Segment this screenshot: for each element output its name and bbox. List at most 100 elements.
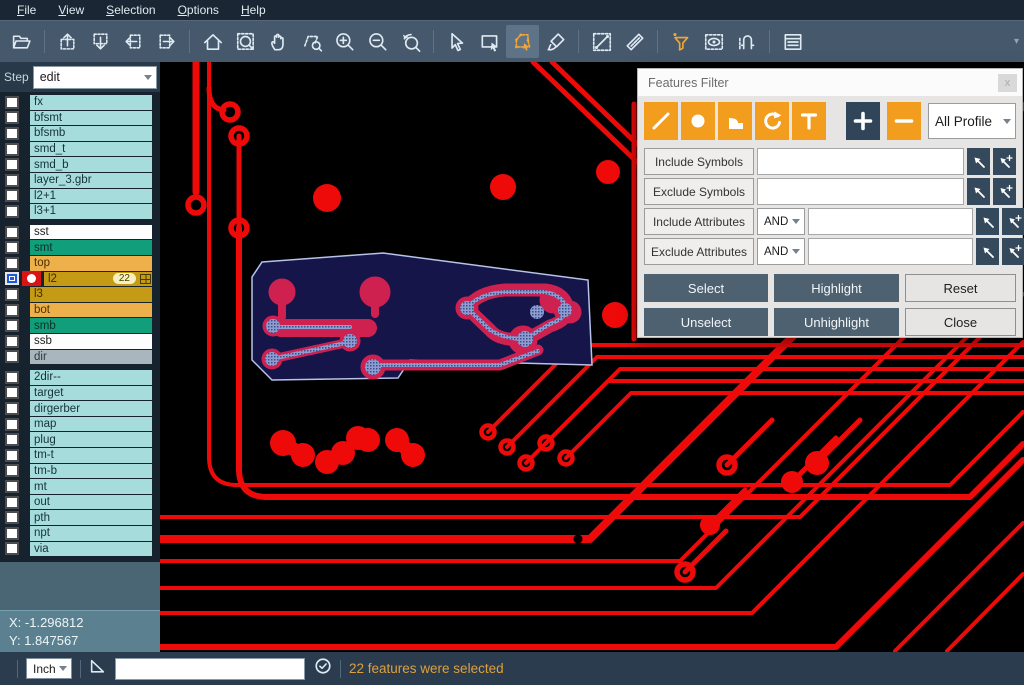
layer-checkbox-l3+1[interactable] — [5, 205, 19, 218]
text-icon[interactable] — [792, 102, 826, 140]
layer-row-mt[interactable]: mt — [0, 479, 160, 494]
zoom-window-icon[interactable] — [229, 25, 262, 58]
pick-arrow-icon[interactable] — [976, 238, 999, 265]
layer-cell-bfsmb[interactable]: bfsmb — [30, 126, 152, 141]
layer-row-2dir--[interactable]: 2dir-- — [0, 370, 160, 385]
pan-icon[interactable] — [262, 25, 295, 58]
layer-row-smd_b[interactable]: smd_b — [0, 157, 160, 172]
layer-checkbox-ssb[interactable] — [5, 335, 19, 348]
menu-item-options[interactable]: Options — [167, 1, 230, 20]
layer-cell-map[interactable]: map — [30, 417, 152, 432]
layer-row-l3+1[interactable]: l3+1 — [0, 204, 160, 219]
select-polygon-icon[interactable] — [506, 25, 539, 58]
layer-checkbox-pth[interactable] — [5, 511, 19, 524]
ruler-icon[interactable] — [618, 25, 651, 58]
refresh-icon[interactable] — [314, 657, 332, 680]
layer-row-fx[interactable]: fx — [0, 95, 160, 110]
layer-cell-l3+1[interactable]: l3+1 — [30, 204, 152, 219]
export-icon[interactable] — [51, 25, 84, 58]
layer-cell-bot[interactable]: bot — [30, 303, 152, 318]
layer-checkbox-bfsmt[interactable] — [5, 111, 19, 124]
layer-row-l3[interactable]: l3 — [0, 287, 160, 302]
zoom-previous-icon[interactable] — [394, 25, 427, 58]
layer-cell-2dir--[interactable]: 2dir-- — [30, 370, 152, 385]
layer-row-tm-b[interactable]: tm-b — [0, 464, 160, 479]
layer-cell-tm-t[interactable]: tm-t — [30, 448, 152, 463]
import-icon[interactable] — [84, 25, 117, 58]
surface-icon[interactable] — [718, 102, 752, 140]
add-icon[interactable] — [846, 102, 880, 140]
exclude-attributes-operator-select[interactable]: AND — [757, 238, 805, 265]
layer-checkbox-dirgerber[interactable] — [5, 402, 19, 415]
include-attributes-field[interactable] — [808, 208, 973, 235]
pick-arrow-add-icon[interactable] — [1002, 238, 1024, 265]
layer-checkbox-bfsmb[interactable] — [5, 127, 19, 140]
overflow-chevron-icon[interactable]: ▾ — [1014, 36, 1019, 47]
layer-row-bfsmt[interactable]: bfsmt — [0, 111, 160, 126]
menu-item-help[interactable]: Help — [230, 1, 277, 20]
zoom-in-icon[interactable] — [328, 25, 361, 58]
layer-row-smd_t[interactable]: smd_t — [0, 142, 160, 157]
layer-checkbox-top[interactable] — [5, 257, 19, 270]
layer-row-l2+1[interactable]: l2+1 — [0, 189, 160, 204]
layer-checkbox-fx[interactable] — [5, 96, 19, 109]
layer-cell-smb[interactable]: smb — [30, 318, 152, 333]
active-layer-indicator[interactable] — [22, 271, 41, 286]
clean-brush-icon[interactable] — [539, 25, 572, 58]
layer-row-sst[interactable]: sst — [0, 225, 160, 240]
layer-row-plug[interactable]: plug — [0, 432, 160, 447]
pick-arrow-add-icon[interactable] — [1002, 208, 1024, 235]
line-icon[interactable] — [644, 102, 678, 140]
layer-row-smb[interactable]: smb — [0, 318, 160, 333]
layer-cell-smd_t[interactable]: smd_t — [30, 142, 152, 157]
layer-checkbox-map[interactable] — [5, 418, 19, 431]
layer-checkbox-smt[interactable] — [5, 241, 19, 254]
exclude-symbols-field[interactable] — [757, 178, 964, 205]
close-button[interactable]: Close — [905, 308, 1016, 336]
layer-row-dir[interactable]: dir — [0, 350, 160, 365]
layer-checkbox-smd_b[interactable] — [5, 158, 19, 171]
layer-cell-bfsmt[interactable]: bfsmt — [30, 111, 152, 126]
layer-checkbox-smb[interactable] — [5, 319, 19, 332]
select-rect-icon[interactable] — [473, 25, 506, 58]
layer-cell-plug[interactable]: plug — [30, 432, 152, 447]
menu-item-selection[interactable]: Selection — [95, 1, 166, 20]
pad-icon[interactable] — [681, 102, 715, 140]
layer-cell-fx[interactable]: fx — [30, 95, 152, 110]
include-symbols-button[interactable]: Include Symbols — [644, 148, 754, 175]
select-arrow-icon[interactable] — [440, 25, 473, 58]
layer-cell-out[interactable]: out — [30, 495, 152, 510]
command-input[interactable] — [115, 658, 305, 680]
pick-arrow-add-icon[interactable] — [993, 148, 1016, 175]
layer-checkbox-plug[interactable] — [5, 433, 19, 446]
snap-icon[interactable] — [730, 25, 763, 58]
layer-row-npt[interactable]: npt — [0, 526, 160, 541]
layer-cell-mt[interactable]: mt — [30, 479, 152, 494]
layer-checkbox-sst[interactable] — [5, 226, 19, 239]
layer-cell-via[interactable]: via — [30, 542, 152, 557]
view-box-icon[interactable] — [697, 25, 730, 58]
layer-row-l2[interactable]: l222 — [0, 272, 160, 287]
unit-select[interactable]: Inch — [26, 658, 72, 679]
arc-icon[interactable] — [755, 102, 789, 140]
layer-checkbox-tm-t[interactable] — [5, 449, 19, 462]
zoom-out-icon[interactable] — [361, 25, 394, 58]
select-button[interactable]: Select — [644, 274, 768, 302]
layer-cell-dirgerber[interactable]: dirgerber — [30, 401, 152, 416]
layer-cell-target[interactable]: target — [30, 386, 152, 401]
unselect-button[interactable]: Unselect — [644, 308, 768, 336]
corner-measure-icon[interactable] — [89, 658, 106, 680]
layer-checkbox-l3[interactable] — [5, 288, 19, 301]
highlight-button[interactable]: Highlight — [774, 274, 899, 302]
layer-row-bfsmb[interactable]: bfsmb — [0, 126, 160, 141]
layer-checkbox-target[interactable] — [5, 386, 19, 399]
exclude-symbols-button[interactable]: Exclude Symbols — [644, 178, 754, 205]
layer-row-pth[interactable]: pth — [0, 510, 160, 525]
menu-item-view[interactable]: View — [47, 1, 95, 20]
layer-row-bot[interactable]: bot — [0, 303, 160, 318]
pick-arrow-add-icon[interactable] — [993, 178, 1016, 205]
include-attributes-button[interactable]: Include Attributes — [644, 208, 754, 235]
layer-cell-layer_3.gbr[interactable]: layer_3.gbr — [30, 173, 152, 188]
layer-checkbox-l2[interactable] — [5, 272, 19, 285]
grid-table-icon[interactable] — [140, 274, 151, 284]
